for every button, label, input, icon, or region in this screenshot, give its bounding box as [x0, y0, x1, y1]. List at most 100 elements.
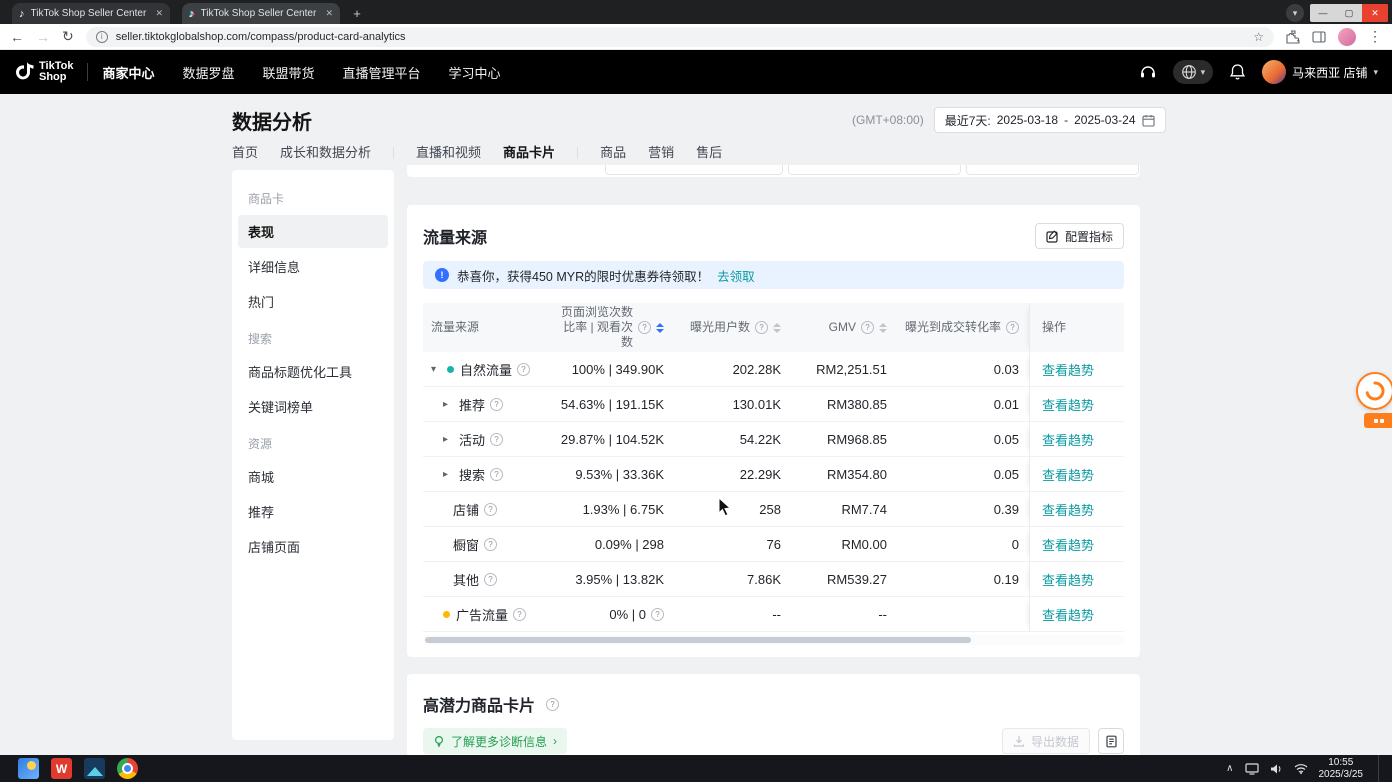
- tray-monitor-icon[interactable]: [1245, 763, 1259, 775]
- floating-promo-widget[interactable]: [1356, 372, 1392, 428]
- page-content: 数据分析 (GMT+08:00) 最近7天: 2025-03-18 - 2025…: [0, 94, 1392, 755]
- tab-close-icon[interactable]: ✕: [155, 8, 163, 19]
- question-icon[interactable]: ?: [484, 538, 497, 551]
- browser-tab-1[interactable]: ♪ TikTok Shop Seller Center | Cr ✕: [12, 3, 170, 24]
- scrollbar-thumb[interactable]: [425, 637, 971, 643]
- expand-chevron-icon[interactable]: ▸: [443, 469, 453, 480]
- sort-desc-icon[interactable]: [656, 329, 664, 333]
- tiktok-shop-logo[interactable]: TikTok Shop: [14, 61, 73, 83]
- date-range-picker[interactable]: 最近7天: 2025-03-18 - 2025-03-24: [934, 107, 1166, 133]
- sort-control[interactable]: [656, 323, 664, 333]
- view-trend-link[interactable]: 查看趋势: [1042, 500, 1094, 519]
- sidebar-item-performance[interactable]: 表现: [238, 215, 388, 248]
- window-minimize-button[interactable]: —: [1310, 4, 1336, 22]
- view-trend-link[interactable]: 查看趋势: [1042, 535, 1094, 554]
- report-doc-button[interactable]: [1098, 728, 1124, 754]
- view-trend-link[interactable]: 查看趋势: [1042, 360, 1094, 379]
- question-icon[interactable]: ?: [484, 503, 497, 516]
- view-trend-link[interactable]: 查看趋势: [1042, 395, 1094, 414]
- sort-control[interactable]: [773, 323, 781, 333]
- browser-profile-avatar[interactable]: [1338, 28, 1356, 46]
- side-panel-icon[interactable]: [1312, 30, 1326, 44]
- question-icon[interactable]: ?: [513, 608, 526, 621]
- expand-chevron-icon[interactable]: ▸: [443, 399, 453, 410]
- nav-item-live-management[interactable]: 直播管理平台: [342, 63, 420, 82]
- site-info-icon[interactable]: i: [96, 31, 108, 43]
- view-trend-link[interactable]: 查看趋势: [1042, 430, 1094, 449]
- sidebar-item-shop-page[interactable]: 店铺页面: [238, 530, 388, 563]
- sidebar-item-keyword-ranking[interactable]: 关键词榜单: [238, 390, 388, 423]
- question-icon[interactable]: ?: [755, 321, 768, 334]
- diagnosis-info-link[interactable]: 了解更多诊断信息 ›: [423, 728, 567, 754]
- sidebar-item-details[interactable]: 详细信息: [238, 250, 388, 283]
- window-close-button[interactable]: ✕: [1362, 4, 1388, 22]
- tab-growth-analytics[interactable]: 成长和数据分析: [280, 142, 371, 170]
- forward-icon[interactable]: →: [36, 29, 50, 45]
- tray-volume-icon[interactable]: [1270, 763, 1283, 775]
- browser-menu-icon[interactable]: ⋮: [1368, 28, 1382, 45]
- sort-asc-icon[interactable]: [773, 323, 781, 327]
- view-trend-link[interactable]: 查看趋势: [1042, 605, 1094, 624]
- nav-item-data-compass[interactable]: 数据罗盘: [182, 63, 234, 82]
- expand-chevron-icon[interactable]: ▸: [443, 434, 453, 445]
- question-icon[interactable]: ?: [490, 398, 503, 411]
- question-icon[interactable]: ?: [638, 321, 651, 334]
- refresh-icon[interactable]: ↻: [62, 28, 74, 45]
- view-trend-link[interactable]: 查看趋势: [1042, 570, 1094, 589]
- taskbar-clock[interactable]: 10:55 2025/3/25: [1319, 757, 1364, 781]
- taskbar-icon-photos[interactable]: [84, 758, 105, 779]
- nav-item-seller-center[interactable]: 商家中心: [102, 63, 154, 82]
- new-tab-button[interactable]: +: [348, 4, 366, 22]
- floating-promo-icon[interactable]: [1356, 372, 1392, 410]
- sort-asc-icon[interactable]: [656, 323, 664, 327]
- taskbar-icon-wps[interactable]: W: [51, 758, 72, 779]
- sort-desc-icon[interactable]: [773, 329, 781, 333]
- view-trend-link[interactable]: 查看趋势: [1042, 465, 1094, 484]
- taskbar-icon-chrome[interactable]: [117, 758, 138, 779]
- sort-desc-icon[interactable]: [879, 329, 887, 333]
- tray-expand-icon[interactable]: ∧: [1226, 763, 1233, 774]
- tab-search-chevron[interactable]: ▾: [1286, 4, 1304, 22]
- tab-close-icon[interactable]: ✕: [325, 8, 333, 19]
- question-icon[interactable]: ?: [490, 468, 503, 481]
- sidebar-item-mall[interactable]: 商城: [238, 460, 388, 493]
- notifications-bell-icon[interactable]: [1229, 63, 1246, 81]
- question-icon[interactable]: ?: [546, 698, 559, 711]
- sort-control[interactable]: [879, 323, 887, 333]
- export-data-button[interactable]: 导出数据: [1002, 728, 1090, 754]
- sidebar-item-title-optimizer[interactable]: 商品标题优化工具: [238, 355, 388, 388]
- configure-metrics-button[interactable]: 配置指标: [1035, 223, 1124, 249]
- users-value: 7.86K: [674, 562, 791, 596]
- language-selector[interactable]: ▾: [1173, 60, 1214, 84]
- collapse-chevron-icon[interactable]: ▾: [431, 364, 441, 375]
- question-icon[interactable]: ?: [484, 573, 497, 586]
- nav-item-affiliate[interactable]: 联盟带货: [262, 63, 314, 82]
- question-icon[interactable]: ?: [1006, 321, 1019, 334]
- floating-promo-tag[interactable]: [1364, 413, 1392, 428]
- sidebar-item-recommend[interactable]: 推荐: [238, 495, 388, 528]
- gmv-value: RM539.27: [791, 562, 897, 596]
- tray-network-icon[interactable]: [1294, 763, 1308, 774]
- nav-item-learning-center[interactable]: 学习中心: [449, 63, 501, 82]
- question-icon[interactable]: ?: [861, 321, 874, 334]
- back-icon[interactable]: ←: [10, 29, 24, 45]
- browser-tab-2[interactable]: ♪ TikTok Shop Seller Center | Cr ✕: [182, 3, 340, 24]
- question-icon[interactable]: ?: [651, 608, 664, 621]
- extensions-puzzle-icon[interactable]: [1286, 30, 1300, 44]
- question-icon[interactable]: ?: [517, 363, 530, 376]
- horizontal-scrollbar[interactable]: [423, 635, 1124, 645]
- support-headset-icon[interactable]: [1139, 63, 1157, 81]
- date-end: 2025-03-24: [1074, 113, 1135, 127]
- sort-asc-icon[interactable]: [879, 323, 887, 327]
- show-desktop-button[interactable]: [1378, 755, 1386, 782]
- address-bar[interactable]: i seller.tiktokglobalshop.com/compass/pr…: [86, 27, 1274, 47]
- question-icon[interactable]: ?: [490, 433, 503, 446]
- account-menu[interactable]: 马来西亚 店铺 ▾: [1262, 60, 1378, 84]
- sidebar-item-trending[interactable]: 热门: [238, 285, 388, 318]
- claim-coupon-link[interactable]: 去领取: [717, 266, 755, 285]
- taskbar-icon-weather[interactable]: [18, 758, 39, 779]
- bookmark-star-icon[interactable]: ☆: [1253, 30, 1264, 44]
- tab-home[interactable]: 首页: [232, 142, 258, 170]
- url-text[interactable]: seller.tiktokglobalshop.com/compass/prod…: [116, 31, 1246, 43]
- window-maximize-button[interactable]: ▢: [1336, 4, 1362, 22]
